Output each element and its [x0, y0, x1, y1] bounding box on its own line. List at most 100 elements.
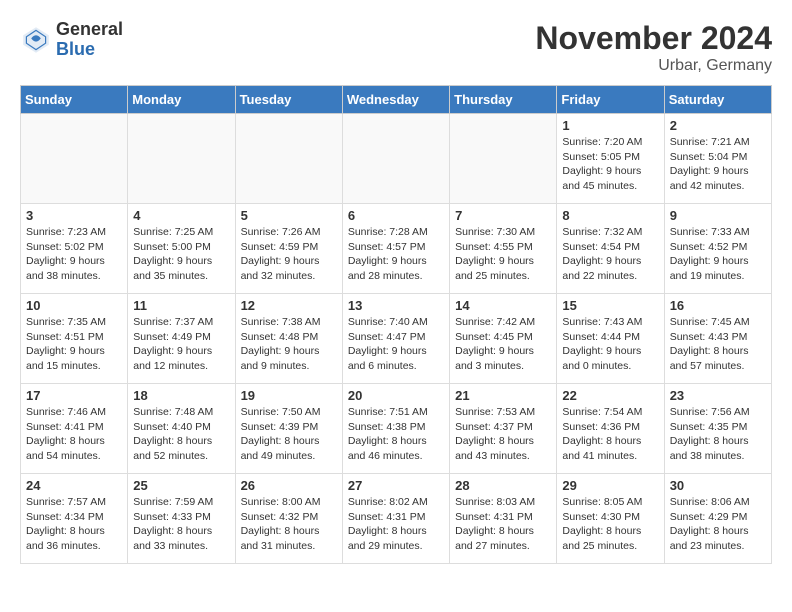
logo: General Blue — [20, 20, 123, 60]
day-info: Sunrise: 8:05 AMSunset: 4:30 PMDaylight:… — [562, 495, 658, 554]
logo-text: General Blue — [56, 20, 123, 60]
day-number: 16 — [670, 298, 766, 313]
calendar-cell: 17 Sunrise: 7:46 AMSunset: 4:41 PMDayligh… — [21, 384, 128, 474]
calendar-week-3: 10 Sunrise: 7:35 AMSunset: 4:51 PMDayligh… — [21, 294, 772, 384]
calendar-cell: 19 Sunrise: 7:50 AMSunset: 4:39 PMDayligh… — [235, 384, 342, 474]
calendar-cell: 12Sunrise: 7:38 AMSunset: 4:48 PMDayligh… — [235, 294, 342, 384]
day-number: 1 — [562, 118, 658, 133]
day-number: 27 — [348, 478, 444, 493]
month-title: November 2024 — [535, 20, 772, 57]
col-wednesday: Wednesday — [342, 86, 449, 114]
logo-general: General — [56, 19, 123, 39]
calendar-cell — [235, 114, 342, 204]
day-number: 3 — [26, 208, 122, 223]
calendar-week-1: 1Sunrise: 7:20 AMSunset: 5:05 PMDaylight… — [21, 114, 772, 204]
day-info: Sunrise: 8:00 AMSunset: 4:32 PMDaylight:… — [241, 495, 337, 554]
day-info: Sunrise: 7:48 AMSunset: 4:40 PMDaylight:… — [133, 405, 229, 464]
calendar-cell: 23 Sunrise: 7:56 AMSunset: 4:35 PMDayligh… — [664, 384, 771, 474]
day-info: Sunrise: 7:30 AMSunset: 4:55 PMDaylight:… — [455, 225, 551, 284]
day-number: 23 — [670, 388, 766, 403]
day-info: Sunrise: 8:02 AMSunset: 4:31 PMDaylight:… — [348, 495, 444, 554]
day-info: Sunrise: 7:51 AMSunset: 4:38 PMDaylight:… — [348, 405, 444, 464]
day-info: Sunrise: 7:42 AMSunset: 4:45 PMDaylight:… — [455, 315, 551, 374]
col-friday: Friday — [557, 86, 664, 114]
day-info: Sunrise: 7:54 AMSunset: 4:36 PMDaylight:… — [562, 405, 658, 464]
day-number: 29 — [562, 478, 658, 493]
calendar-cell — [21, 114, 128, 204]
title-block: November 2024 Urbar, Germany — [535, 20, 772, 75]
day-number: 8 — [562, 208, 658, 223]
calendar-cell: 7Sunrise: 7:30 AMSunset: 4:55 PMDaylight… — [450, 204, 557, 294]
day-info: Sunrise: 7:23 AMSunset: 5:02 PMDaylight:… — [26, 225, 122, 284]
day-number: 21 — [455, 388, 551, 403]
calendar-cell: 30Sunrise: 8:06 AMSunset: 4:29 PMDayligh… — [664, 474, 771, 564]
day-info: Sunrise: 7:33 AMSunset: 4:52 PMDaylight:… — [670, 225, 766, 284]
calendar-week-2: 3 Sunrise: 7:23 AMSunset: 5:02 PMDaylight… — [21, 204, 772, 294]
calendar-cell: 11 Sunrise: 7:37 AMSunset: 4:49 PMDayligh… — [128, 294, 235, 384]
calendar-cell — [342, 114, 449, 204]
calendar-week-4: 17 Sunrise: 7:46 AMSunset: 4:41 PMDayligh… — [21, 384, 772, 474]
day-info: Sunrise: 7:50 AMSunset: 4:39 PMDaylight:… — [241, 405, 337, 464]
day-info: Sunrise: 7:57 AMSunset: 4:34 PMDaylight:… — [26, 495, 122, 554]
day-number: 6 — [348, 208, 444, 223]
calendar-cell: 27 Sunrise: 8:02 AMSunset: 4:31 PMDayligh… — [342, 474, 449, 564]
day-info: Sunrise: 7:32 AMSunset: 4:54 PMDaylight:… — [562, 225, 658, 284]
calendar-header: Sunday Monday Tuesday Wednesday Thursday… — [21, 86, 772, 114]
day-info: Sunrise: 8:06 AMSunset: 4:29 PMDaylight:… — [670, 495, 766, 554]
day-number: 14 — [455, 298, 551, 313]
day-info: Sunrise: 7:56 AMSunset: 4:35 PMDaylight:… — [670, 405, 766, 464]
logo-icon — [20, 24, 52, 56]
day-info: Sunrise: 7:25 AMSunset: 5:00 PMDaylight:… — [133, 225, 229, 284]
calendar-cell: 26 Sunrise: 8:00 AMSunset: 4:32 PMDayligh… — [235, 474, 342, 564]
calendar-cell: 29 Sunrise: 8:05 AMSunset: 4:30 PMDayligh… — [557, 474, 664, 564]
day-info: Sunrise: 7:53 AMSunset: 4:37 PMDaylight:… — [455, 405, 551, 464]
day-number: 10 — [26, 298, 122, 313]
calendar-cell: 25Sunrise: 7:59 AMSunset: 4:33 PMDayligh… — [128, 474, 235, 564]
day-info: Sunrise: 7:43 AMSunset: 4:44 PMDaylight:… — [562, 315, 658, 374]
day-info: Sunrise: 7:38 AMSunset: 4:48 PMDaylight:… — [241, 315, 337, 374]
calendar-cell: 16Sunrise: 7:45 AMSunset: 4:43 PMDayligh… — [664, 294, 771, 384]
day-number: 17 — [26, 388, 122, 403]
calendar-cell: 5Sunrise: 7:26 AMSunset: 4:59 PMDaylight… — [235, 204, 342, 294]
day-number: 20 — [348, 388, 444, 403]
day-number: 24 — [26, 478, 122, 493]
day-number: 28 — [455, 478, 551, 493]
day-number: 22 — [562, 388, 658, 403]
day-number: 5 — [241, 208, 337, 223]
day-info: Sunrise: 7:28 AMSunset: 4:57 PMDaylight:… — [348, 225, 444, 284]
calendar-body: 1Sunrise: 7:20 AMSunset: 5:05 PMDaylight… — [21, 114, 772, 564]
col-thursday: Thursday — [450, 86, 557, 114]
calendar-cell: 18 Sunrise: 7:48 AMSunset: 4:40 PMDayligh… — [128, 384, 235, 474]
day-number: 26 — [241, 478, 337, 493]
col-saturday: Saturday — [664, 86, 771, 114]
calendar-table: Sunday Monday Tuesday Wednesday Thursday… — [20, 85, 772, 564]
header-row: Sunday Monday Tuesday Wednesday Thursday… — [21, 86, 772, 114]
day-number: 19 — [241, 388, 337, 403]
calendar-cell: 15 Sunrise: 7:43 AMSunset: 4:44 PMDayligh… — [557, 294, 664, 384]
location: Urbar, Germany — [535, 57, 772, 75]
day-info: Sunrise: 7:35 AMSunset: 4:51 PMDaylight:… — [26, 315, 122, 374]
col-sunday: Sunday — [21, 86, 128, 114]
day-number: 4 — [133, 208, 229, 223]
day-number: 13 — [348, 298, 444, 313]
calendar-cell: 2Sunrise: 7:21 AMSunset: 5:04 PMDaylight… — [664, 114, 771, 204]
calendar-cell: 20 Sunrise: 7:51 AMSunset: 4:38 PMDayligh… — [342, 384, 449, 474]
day-number: 25 — [133, 478, 229, 493]
day-info: Sunrise: 8:03 AMSunset: 4:31 PMDaylight:… — [455, 495, 551, 554]
calendar-cell: 28 Sunrise: 8:03 AMSunset: 4:31 PMDayligh… — [450, 474, 557, 564]
calendar-cell: 24 Sunrise: 7:57 AMSunset: 4:34 PMDayligh… — [21, 474, 128, 564]
calendar-cell: 21 Sunrise: 7:53 AMSunset: 4:37 PMDayligh… — [450, 384, 557, 474]
day-number: 11 — [133, 298, 229, 313]
day-number: 18 — [133, 388, 229, 403]
calendar-cell: 1Sunrise: 7:20 AMSunset: 5:05 PMDaylight… — [557, 114, 664, 204]
calendar-week-5: 24 Sunrise: 7:57 AMSunset: 4:34 PMDayligh… — [21, 474, 772, 564]
calendar-cell: 13 Sunrise: 7:40 AMSunset: 4:47 PMDayligh… — [342, 294, 449, 384]
calendar-cell: 8 Sunrise: 7:32 AMSunset: 4:54 PMDaylight… — [557, 204, 664, 294]
calendar-cell: 14 Sunrise: 7:42 AMSunset: 4:45 PMDayligh… — [450, 294, 557, 384]
calendar-cell: 10 Sunrise: 7:35 AMSunset: 4:51 PMDayligh… — [21, 294, 128, 384]
day-info: Sunrise: 7:37 AMSunset: 4:49 PMDaylight:… — [133, 315, 229, 374]
calendar-cell: 22 Sunrise: 7:54 AMSunset: 4:36 PMDayligh… — [557, 384, 664, 474]
day-info: Sunrise: 7:40 AMSunset: 4:47 PMDaylight:… — [348, 315, 444, 374]
day-info: Sunrise: 7:46 AMSunset: 4:41 PMDaylight:… — [26, 405, 122, 464]
day-number: 15 — [562, 298, 658, 313]
